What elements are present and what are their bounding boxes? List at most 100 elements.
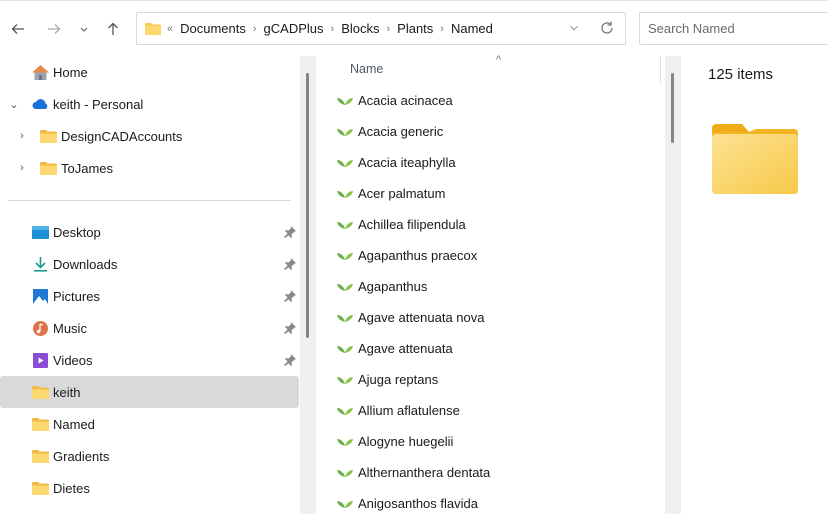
file-row[interactable]: Althernanthera dentata: [318, 457, 663, 488]
sidebar-item-pictures[interactable]: Pictures: [0, 280, 299, 312]
folder-icon: [40, 161, 57, 175]
up-button[interactable]: [101, 15, 125, 43]
file-name: Agave attenuata nova: [358, 310, 485, 325]
recent-locations-button[interactable]: [72, 15, 96, 43]
sidebar-item-keith[interactable]: keith: [0, 376, 299, 408]
sidebar-item-videos[interactable]: Videos: [0, 344, 299, 376]
sidebar-item-dietes[interactable]: Dietes: [0, 472, 299, 504]
scrollbar-thumb[interactable]: [306, 73, 309, 338]
file-name: Acer palmatum: [358, 186, 446, 201]
file-row[interactable]: Acacia iteaphylla: [318, 147, 663, 178]
file-name: Acacia iteaphylla: [358, 155, 456, 170]
chevron-right-icon[interactable]: ›: [16, 162, 28, 174]
sidebar-item-onedrive[interactable]: ⌄ keith - Personal: [0, 88, 299, 120]
breadcrumb-separator[interactable]: ›: [440, 23, 444, 35]
pin-icon[interactable]: [284, 322, 296, 334]
breadcrumb-named[interactable]: Named: [451, 21, 493, 36]
breadcrumb-separator[interactable]: ›: [331, 23, 335, 35]
scrollbar-thumb[interactable]: [671, 73, 674, 143]
folder-icon: [32, 449, 49, 463]
plant-block-icon: [337, 252, 353, 260]
overflow-chevrons[interactable]: «: [167, 23, 173, 35]
file-name: Ajuga reptans: [358, 372, 439, 387]
address-dropdown-button[interactable]: [567, 21, 581, 38]
sidebar-item-desktop[interactable]: Desktop: [0, 216, 299, 248]
file-row[interactable]: Acacia generic: [318, 116, 663, 147]
file-row[interactable]: Acacia acinacea: [318, 85, 663, 116]
plant-block-icon: [337, 283, 353, 291]
column-header-name[interactable]: Name: [350, 62, 383, 76]
file-row[interactable]: Achillea filipendula: [318, 209, 663, 240]
file-row[interactable]: Anigosanthos flavida: [318, 488, 663, 519]
file-list: Name ^ Acacia acinacea Acacia generic Acac…: [318, 54, 663, 514]
file-name: Agave attenuata: [358, 341, 453, 356]
refresh-icon: [601, 21, 613, 34]
divider: [8, 200, 291, 201]
file-name: Agapanthus: [358, 279, 428, 294]
pin-icon[interactable]: [284, 354, 296, 366]
plant-block-icon: [337, 469, 353, 477]
file-row[interactable]: Agave attenuata: [318, 333, 663, 364]
forward-button[interactable]: [42, 15, 66, 43]
refresh-button[interactable]: [599, 20, 615, 39]
file-name: Althernanthera dentata: [358, 465, 491, 480]
breadcrumb-gcadplus[interactable]: gCADPlus: [264, 21, 324, 36]
address-bar[interactable]: « Documents › gCADPlus › Blocks › Plants…: [136, 12, 626, 45]
item-count: 125 items: [708, 66, 774, 83]
plant-block-icon: [337, 314, 353, 322]
file-list-scrollbar[interactable]: [665, 56, 681, 514]
sidebar-item-label: Gradients: [53, 448, 110, 464]
breadcrumb-plants[interactable]: Plants: [397, 21, 433, 36]
plant-block-icon: [337, 221, 353, 229]
breadcrumb-separator[interactable]: ›: [253, 23, 257, 35]
file-row[interactable]: Allium aflatulense: [318, 395, 663, 426]
file-name: Achillea filipendula: [358, 217, 466, 232]
file-row[interactable]: Alogyne huegelii: [318, 426, 663, 457]
file-row[interactable]: Ajuga reptans: [318, 364, 663, 395]
column-divider[interactable]: [660, 56, 661, 84]
sidebar-item-designcadaccounts[interactable]: › DesignCADAccounts: [0, 120, 299, 152]
desktop-icon: [32, 225, 49, 239]
chevron-right-icon[interactable]: ›: [16, 130, 28, 142]
sidebar-item-music[interactable]: Music: [0, 312, 299, 344]
file-name: Agapanthus praecox: [358, 248, 478, 263]
sidebar-item-label: ToJames: [61, 160, 114, 176]
sidebar-item-named[interactable]: Named: [0, 408, 299, 440]
sidebar-item-downloads[interactable]: Downloads: [0, 248, 299, 280]
sidebar-item-label: Pictures: [53, 288, 100, 304]
file-name: Allium aflatulense: [358, 403, 460, 418]
folder-icon: [32, 417, 49, 431]
file-name: Acacia generic: [358, 124, 444, 139]
file-row[interactable]: Acer palmatum: [318, 178, 663, 209]
breadcrumb-separator[interactable]: ›: [386, 23, 390, 35]
sidebar-item-gradients[interactable]: Gradients: [0, 440, 299, 472]
pin-icon[interactable]: [284, 290, 296, 302]
breadcrumb-documents[interactable]: Documents: [180, 21, 246, 36]
folder-icon: [32, 481, 49, 495]
sidebar-item-label: Videos: [53, 352, 93, 368]
navigation-scrollbar[interactable]: [300, 56, 316, 514]
toolbar: « Documents › gCADPlus › Blocks › Plants…: [0, 0, 828, 54]
arrow-up-icon: [108, 22, 118, 35]
back-button[interactable]: [6, 15, 30, 43]
chevron-down-icon: [80, 27, 88, 32]
file-row[interactable]: Agapanthus praecox: [318, 240, 663, 271]
pin-icon[interactable]: [284, 258, 296, 270]
breadcrumb-blocks[interactable]: Blocks: [341, 21, 379, 36]
plant-block-icon: [337, 500, 353, 508]
arrow-left-icon: [11, 24, 24, 34]
sidebar-item-label: keith - Personal: [53, 96, 144, 112]
file-name: Alogyne huegelii: [358, 434, 454, 449]
plant-block-icon: [337, 159, 353, 167]
folder-icon: [40, 129, 57, 143]
file-row[interactable]: Agapanthus: [318, 271, 663, 302]
pin-icon[interactable]: [284, 226, 296, 238]
plant-block-icon: [337, 438, 353, 446]
search-input[interactable]: Search Named: [639, 12, 828, 45]
sidebar-item-home[interactable]: Home: [0, 56, 299, 88]
plant-block-icon: [337, 97, 353, 105]
chevron-down-icon[interactable]: ⌄: [8, 98, 20, 111]
sidebar-item-tojames[interactable]: › ToJames: [0, 152, 299, 184]
home-icon: [32, 64, 49, 80]
file-row[interactable]: Agave attenuata nova: [318, 302, 663, 333]
